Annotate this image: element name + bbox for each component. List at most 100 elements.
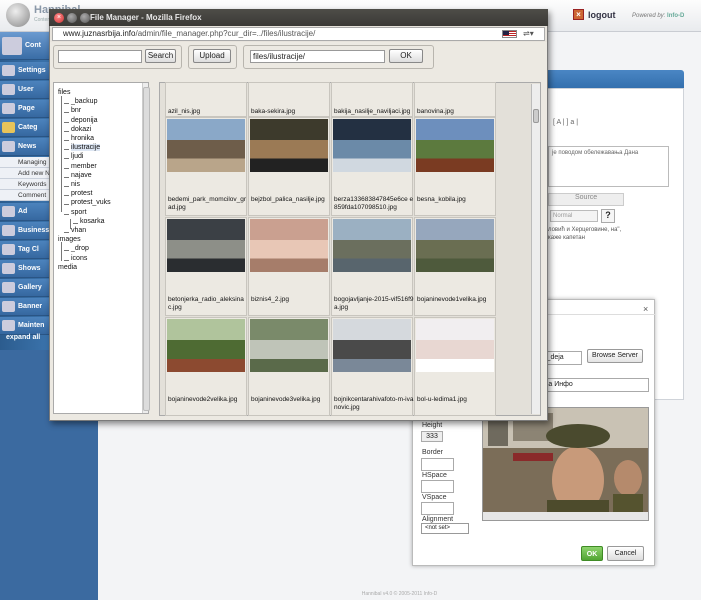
tree-scrollbar[interactable] — [142, 83, 150, 413]
tree-folder-dokazi[interactable]: dokazi — [71, 126, 91, 133]
file-tile[interactable]: bejzbol_palica_nasilje.jpg — [248, 117, 330, 216]
powered-by: Powered by: Info-D — [632, 13, 685, 19]
tree-connector — [64, 149, 69, 151]
window-maximize-icon[interactable] — [80, 13, 90, 23]
editor-body[interactable]: ловић и Херцеговине, на", каже капетан — [548, 226, 629, 296]
file-tile[interactable]: bojnikcentarahivafoto-m-ivanovic.jpg — [331, 317, 413, 416]
sidebar-item-page[interactable]: Page — [0, 100, 50, 118]
tree-folder-sport[interactable]: sport — [71, 209, 87, 216]
sidebar-item-business[interactable]: Business — [0, 222, 50, 240]
hspace-field[interactable] — [421, 480, 454, 493]
file-grid-scrollbar[interactable] — [531, 84, 540, 414]
file-tile[interactable]: bojaninevode1velika.jpg — [414, 217, 496, 316]
file-tile[interactable]: bojaninevode2velika.jpg — [165, 317, 247, 416]
dialog-close-icon[interactable]: × — [643, 304, 648, 314]
tree-folder-najave[interactable]: najave — [71, 172, 92, 179]
file-thumbnail — [250, 119, 328, 172]
sidebar-item-user[interactable]: User — [0, 81, 50, 99]
expand-all-link[interactable]: expand all — [6, 334, 40, 341]
file-tile[interactable]: berza133683847845e6ce e859fda107098510.j… — [331, 117, 413, 216]
height-label: Height — [422, 422, 443, 429]
news-sub-keywords[interactable]: Keywords — [0, 179, 50, 190]
file-tile[interactable]: bol-u-ledima1.jpg — [414, 317, 496, 416]
tree-connector — [64, 204, 69, 206]
sidebar-item-tag-cloud[interactable]: Tag Cl — [0, 241, 50, 259]
file-tile[interactable]: bojaninevode3velika.jpg — [248, 317, 330, 416]
search-button[interactable]: Search — [145, 49, 176, 63]
file-name: azil_nis.jpg — [168, 108, 201, 115]
summary-textarea[interactable]: је поводом обележавања Дана — [548, 146, 669, 187]
file-tile[interactable]: bedemi_park_momcilov_grad.jpg — [165, 117, 247, 216]
window-minimize-icon[interactable] — [67, 13, 77, 23]
path-input[interactable]: files/ilustracije/ — [250, 50, 385, 63]
tree-folder-kosarka[interactable]: kosarka — [80, 218, 105, 225]
format-select[interactable]: Normal — [550, 210, 598, 222]
news-sub-comments[interactable]: Comment — [0, 190, 50, 201]
file-tile[interactable]: banovina.jpg — [414, 82, 496, 117]
tree-folder-member[interactable]: member — [71, 163, 97, 170]
file-tile[interactable]: azil_nis.jpg — [165, 82, 247, 117]
tree-folder-ilustracije[interactable]: ilustracije — [71, 144, 101, 152]
sidebar-item-categories[interactable]: Categ — [0, 119, 50, 137]
tree-folder-vhan[interactable]: vhan — [71, 227, 86, 234]
sidebar-item-shows[interactable]: Shows — [0, 260, 50, 278]
upload-button[interactable]: Upload — [193, 49, 231, 63]
browse-server-button[interactable]: Browse Server — [587, 349, 643, 363]
file-thumbnail — [167, 119, 245, 172]
tree-connector — [64, 250, 69, 252]
news-sub-managing[interactable]: Managing — [0, 157, 50, 168]
identity-dropdown-icon[interactable]: ⇌▾ — [523, 29, 534, 38]
sidebar-item-settings[interactable]: Settings — [0, 62, 50, 80]
tree-folder-ljudi[interactable]: ljudi — [71, 153, 83, 160]
news-sub-add-new[interactable]: Add new N — [0, 168, 50, 179]
sidebar-title: Cont — [0, 32, 50, 60]
tree-folder-hronika[interactable]: hronika — [71, 135, 94, 142]
alignment-select[interactable]: <not set> — [421, 523, 469, 534]
file-tile[interactable]: bakija_nasilje_naviljaci.jpg — [331, 82, 413, 117]
tree-folder-images[interactable]: images — [58, 236, 81, 243]
window-close-icon[interactable]: × — [54, 13, 64, 23]
file-thumbnail — [333, 319, 411, 372]
tree-connector — [73, 222, 78, 224]
file-name: berza133683847845e6ce e859fda107098510.j… — [334, 196, 414, 211]
file-thumbnail — [250, 219, 328, 272]
tree-folder-deponija[interactable]: deponija — [71, 117, 97, 124]
dialog-ok-button[interactable]: OK — [581, 546, 603, 561]
tree-folder-nis[interactable]: nis — [71, 181, 80, 188]
address-url[interactable]: www.juznasrbija.info/admin/file_manager.… — [63, 29, 315, 38]
source-button[interactable]: Source — [575, 194, 597, 201]
file-name: besna_kobila.jpg — [417, 196, 466, 203]
tree-folder-bnr[interactable]: bnr — [71, 107, 81, 114]
file-tile[interactable]: bogojavljanje-2015-vif516f9a.jpg — [331, 217, 414, 316]
sidebar-item-banner[interactable]: Banner — [0, 298, 50, 316]
tree-folder--backup[interactable]: _backup — [71, 98, 97, 105]
sidebar-item-ad[interactable]: Ad — [0, 203, 50, 221]
file-thumbnail — [250, 319, 328, 372]
tree-folder-protest-vuks[interactable]: protest_vuks — [71, 199, 111, 206]
tree-folder-protest[interactable]: protest — [71, 190, 92, 197]
border-field[interactable] — [421, 458, 454, 471]
tree-folder--drop[interactable]: _drop — [71, 245, 89, 252]
user-icon — [2, 84, 15, 95]
file-tile[interactable]: biznis4_2.jpg — [248, 217, 330, 316]
height-field[interactable]: 333 — [421, 431, 443, 442]
scrollbar-thumb[interactable] — [533, 109, 539, 123]
dialog-cancel-button[interactable]: Cancel — [607, 546, 644, 561]
tree-folder-media[interactable]: media — [58, 264, 77, 271]
file-tile[interactable]: besna_kobila.jpg — [414, 117, 496, 216]
tree-connector — [64, 130, 69, 132]
sidebar-item-news[interactable]: News — [0, 138, 50, 156]
sidebar-item-maintenance[interactable]: Mainten — [0, 317, 50, 335]
file-tile[interactable]: betonjerka_radio_aleksinac.jpg — [165, 217, 247, 316]
logout-link[interactable]: × logout — [573, 9, 616, 20]
path-ok-button[interactable]: OK — [389, 49, 423, 63]
vspace-field[interactable] — [421, 502, 454, 515]
search-input[interactable] — [58, 50, 142, 63]
tree-folder-icons[interactable]: icons — [71, 255, 87, 262]
news-icon — [2, 141, 15, 152]
sidebar-item-gallery[interactable]: Gallery — [0, 279, 50, 297]
tree-connector — [64, 112, 69, 114]
file-tile[interactable]: baka-sekira.jpg — [248, 82, 330, 117]
help-button[interactable]: ? — [601, 209, 615, 223]
tree-folder-files[interactable]: files — [58, 89, 70, 96]
